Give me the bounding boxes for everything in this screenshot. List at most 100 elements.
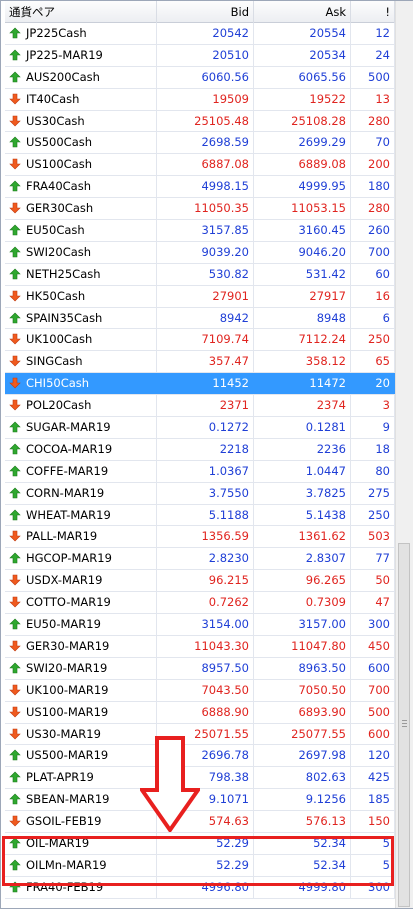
symbol-row[interactable]: UK100-MAR19 7043.50 7050.50 700 [5,679,395,702]
spread-cell: 180 [351,176,395,198]
red-down-arrow-icon [9,353,21,367]
symbol-row[interactable]: COFFE-MAR19 1.0367 1.0447 80 [5,460,395,483]
symbol-row[interactable]: SWI20Cash 9039.20 9046.20 700 [5,241,395,264]
bid-cell: 8957.50 [157,657,254,679]
spread-cell: 700 [351,241,395,263]
symbol-column-header[interactable]: 通貨ペア [5,1,157,23]
symbol-row[interactable]: POL20Cash 2371 2374 3 [5,395,395,418]
symbol-row[interactable]: GER30-MAR19 11043.30 11047.80 450 [5,635,395,658]
spread-cell: 70 [351,132,395,154]
ask-cell: 20554 [254,23,351,44]
ask-cell: 8963.50 [254,657,351,679]
symbol-row[interactable]: EU50-MAR19 3154.00 3157.00 300 [5,614,395,636]
symbol-name: US100-MAR19 [26,704,109,719]
symbol-row[interactable]: HGCOP-MAR19 2.8230 2.8307 77 [5,548,395,571]
symbol-row[interactable]: US100Cash 6887.08 6889.08 200 [5,154,395,177]
ask-cell: 3.7825 [254,482,351,504]
spread-cell: 6 [351,307,395,329]
spread-cell: 500 [351,66,395,88]
symbol-row[interactable]: COTTO-MAR19 0.7262 0.7309 47 [5,592,395,615]
spread-cell: 77 [351,548,395,570]
symbol-name: GER30Cash [26,201,94,216]
vertical-scrollbar[interactable] [395,1,413,908]
ask-cell: 9046.20 [254,241,351,263]
symbol-name: US30-MAR19 [26,726,101,741]
symbol-row[interactable]: JP225-MAR19 20510 20534 24 [5,44,395,67]
symbol-row[interactable]: US30Cash 25105.48 25108.28 280 [5,110,395,133]
symbol-row[interactable]: HK50Cash 27901 27917 16 [5,285,395,308]
symbol-row[interactable]: CHI50Cash 11452 11472 20 [5,373,395,396]
spread-cell: 16 [351,285,395,307]
symbol-cell: NETH25Cash [5,263,157,285]
symbol-row[interactable]: SBEAN-MAR19 9.1071 9.1256 185 [5,789,395,812]
spread-cell: 150 [351,811,395,832]
symbol-row[interactable]: PALL-MAR19 1356.59 1361.62 503 [5,526,395,549]
symbol-name: NETH25Cash [26,266,101,281]
symbol-name: US100Cash [26,157,93,172]
symbol-row[interactable]: USDX-MAR19 96.215 96.265 50 [5,570,395,593]
spread-cell: 12 [351,23,395,44]
scrollbar-thumb[interactable] [398,543,410,907]
spread-cell: 3 [351,395,395,417]
ask-column-header[interactable]: Ask [254,1,351,23]
symbol-row[interactable]: US30-MAR19 25071.55 25077.55 600 [5,723,395,746]
ask-cell: 7112.24 [254,329,351,351]
symbol-row[interactable]: WHEAT-MAR19 5.1188 5.1438 250 [5,504,395,527]
symbol-row[interactable]: UK100Cash 7109.74 7112.24 250 [5,329,395,352]
green-up-arrow-icon [9,222,21,236]
symbol-cell: EU50Cash [5,220,157,241]
ask-cell: 96.265 [254,570,351,592]
symbol-row[interactable]: OILMn-MAR19 52.29 52.34 5 [5,854,395,877]
symbol-row[interactable]: NETH25Cash 530.82 531.42 60 [5,263,395,286]
symbol-row[interactable]: CORN-MAR19 3.7550 3.7825 275 [5,482,395,505]
symbol-name: IT40Cash [26,91,80,106]
ask-cell: 358.12 [254,351,351,373]
symbol-row[interactable]: SUGAR-MAR19 0.1272 0.1281 9 [5,417,395,439]
symbol-row[interactable]: OIL-MAR19 52.29 52.34 5 [5,832,395,855]
bid-cell: 96.215 [157,570,254,592]
symbol-row[interactable]: IT40Cash 19509 19522 13 [5,88,395,111]
symbol-row[interactable]: COCOA-MAR19 2218 2236 18 [5,438,395,461]
green-up-arrow-icon [9,507,21,520]
bid-column-header[interactable]: Bid [157,1,254,23]
symbol-cell: FRA40-FEB19 [5,876,157,898]
spread-cell: 200 [351,154,395,176]
symbol-row[interactable]: GER30Cash 11050.35 11053.15 280 [5,198,395,221]
bid-cell: 11043.30 [157,635,254,657]
bid-cell: 7109.74 [157,329,254,351]
symbol-name: GER30-MAR19 [26,638,110,653]
symbol-row[interactable]: AUS200Cash 6060.56 6065.56 500 [5,66,395,89]
symbol-cell: COFFE-MAR19 [5,460,157,482]
symbol-row[interactable]: EU50Cash 3157.85 3160.45 260 [5,220,395,242]
symbol-row[interactable]: JP225Cash 20542 20554 12 [5,23,395,45]
symbol-cell: OILMn-MAR19 [5,854,157,876]
symbol-row[interactable]: US500-MAR19 2696.78 2697.98 120 [5,745,395,768]
red-down-arrow-icon [9,813,21,827]
symbol-cell: UK100Cash [5,329,157,351]
bid-cell: 25105.48 [157,110,254,132]
bid-cell: 1356.59 [157,526,254,548]
spread-cell: 47 [351,592,395,614]
symbol-cell: COTTO-MAR19 [5,592,157,614]
symbol-name: JP225Cash [26,26,87,40]
symbol-row[interactable]: SWI20-MAR19 8957.50 8963.50 600 [5,657,395,680]
symbol-row[interactable]: US100-MAR19 6888.90 6893.90 500 [5,701,395,724]
symbol-row[interactable]: FRA40-FEB19 4996.80 4999.80 300 [5,876,395,899]
symbol-row[interactable]: SINGCash 357.47 358.12 65 [5,351,395,374]
bid-cell: 8942 [157,307,254,329]
symbol-name: HK50Cash [26,288,86,303]
ask-cell: 6065.56 [254,66,351,88]
symbol-row[interactable]: FRA40Cash 4998.15 4999.95 180 [5,176,395,199]
symbol-row[interactable]: GSOIL-FEB19 574.63 576.13 150 [5,811,395,833]
spread-cell: 20 [351,373,395,395]
ask-cell: 8948 [254,307,351,329]
spread-cell: 503 [351,526,395,548]
symbol-row[interactable]: US500Cash 2698.59 2699.29 70 [5,132,395,155]
symbol-row[interactable]: SPAIN35Cash 8942 8948 6 [5,307,395,330]
bid-cell: 11452 [157,373,254,395]
symbol-name: SWI20-MAR19 [26,660,108,675]
green-up-arrow-icon [9,550,21,564]
symbol-row[interactable]: PLAT-APR19 798.38 802.63 425 [5,767,395,790]
symbol-cell: GER30-MAR19 [5,635,157,657]
spread-column-header[interactable]: ! [351,1,395,23]
